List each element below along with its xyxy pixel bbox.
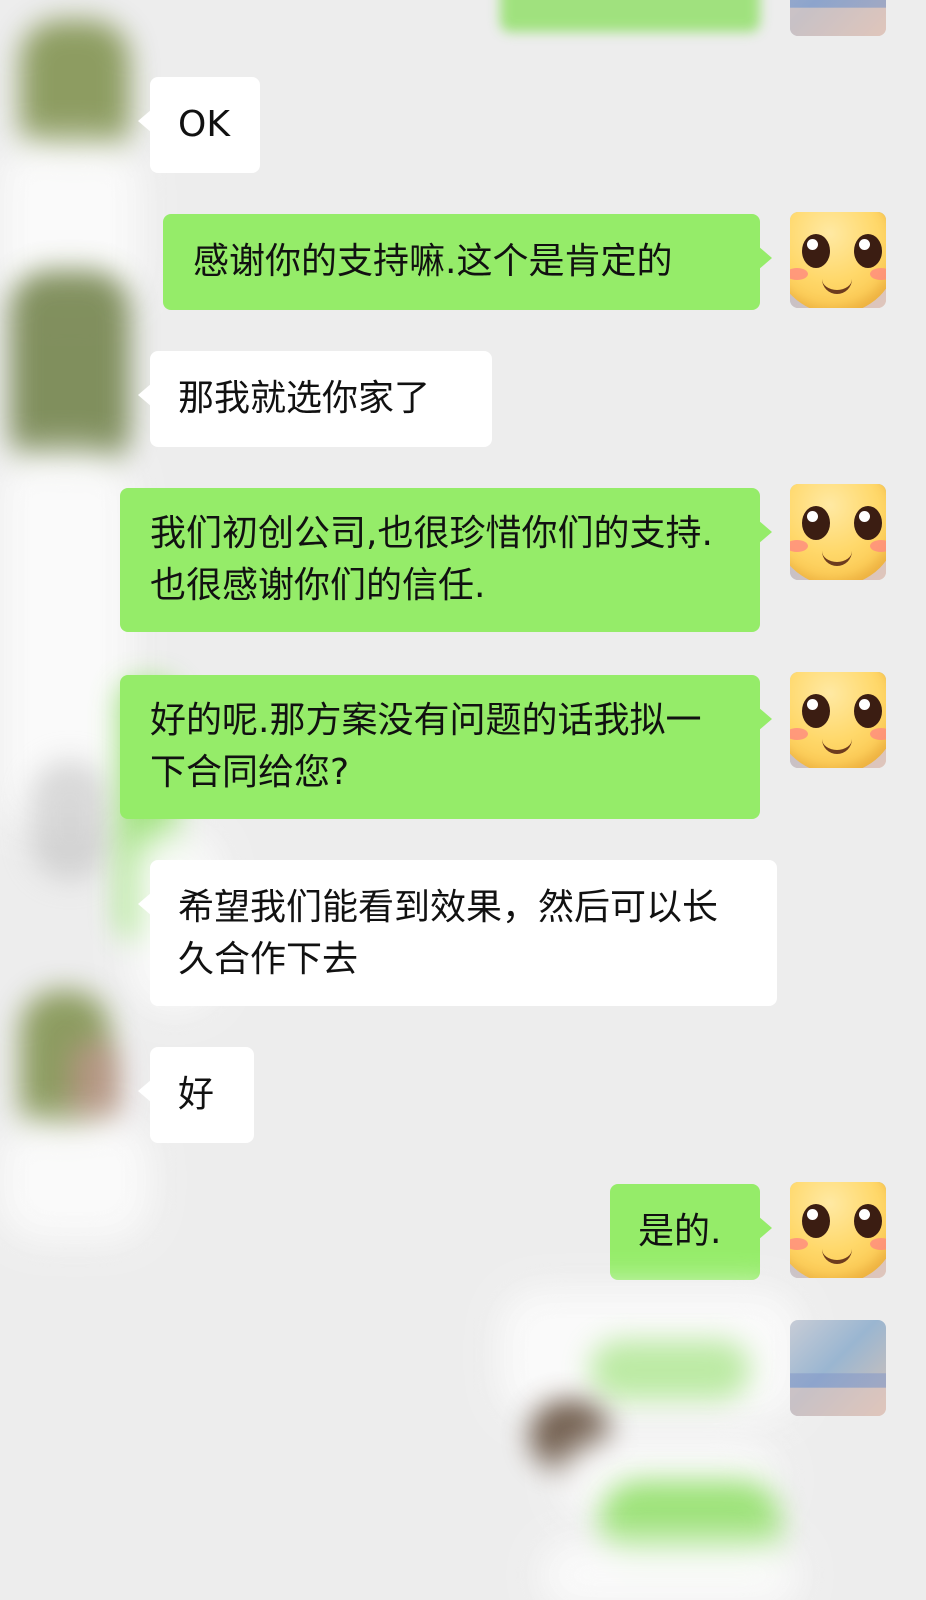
- smiling-emoji-avatar-icon: [790, 672, 886, 768]
- my-avatar[interactable]: [790, 1182, 886, 1278]
- smiling-emoji-avatar-icon: [790, 1182, 886, 1278]
- message-bubble-received[interactable]: 好: [138, 1047, 254, 1143]
- blurred-message-top: [500, 0, 760, 32]
- blurred-patch-4: [0, 1120, 150, 1240]
- blurred-avatar-3: [30, 760, 110, 880]
- smiling-emoji-avatar-icon: [790, 484, 886, 580]
- chat-screen: OK 感谢你的支持嘛.这个是肯定的 那我就选你家了 我们初创公司,也很珍惜你们的…: [0, 0, 926, 1600]
- message-bubble-received[interactable]: 那我就选你家了: [138, 351, 492, 447]
- message-bubble-sent[interactable]: 好的呢.那方案没有问题的话我拟一下合同给您?: [120, 675, 772, 819]
- my-avatar[interactable]: [790, 672, 886, 768]
- blurred-patch-bottom-3: [540, 1540, 800, 1600]
- blurred-avatar-1: [20, 20, 130, 160]
- message-bubble-received[interactable]: 希望我们能看到效果，然后可以长久合作下去: [138, 860, 777, 1006]
- message-bubble-sent[interactable]: 我们初创公司,也很珍惜你们的支持.也很感谢你们的信任.: [120, 488, 772, 632]
- blurred-avatar-4-accent: [70, 1040, 120, 1130]
- blurred-message-bottom-1: [590, 1340, 750, 1400]
- smiling-emoji-avatar-icon: [790, 212, 886, 308]
- message-bubble-received[interactable]: OK: [138, 77, 260, 173]
- blurred-avatar-2: [10, 270, 130, 470]
- message-bubble-sent[interactable]: 是的.: [610, 1184, 772, 1280]
- my-avatar-blurred[interactable]: [790, 1320, 886, 1416]
- message-bubble-sent[interactable]: 感谢你的支持嘛.这个是肯定的: [163, 214, 772, 310]
- my-avatar-top[interactable]: [790, 0, 886, 36]
- my-avatar[interactable]: [790, 484, 886, 580]
- my-avatar[interactable]: [790, 212, 886, 308]
